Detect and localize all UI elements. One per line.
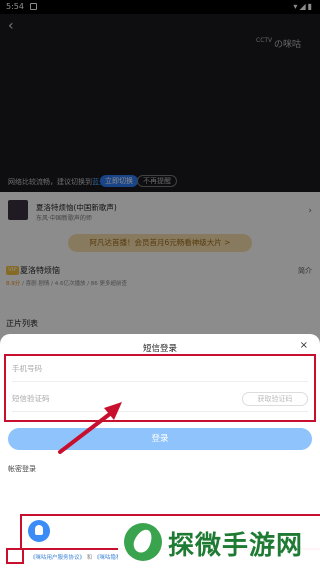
watermark-text: 探微手游网	[168, 531, 304, 561]
annotation-arrow	[58, 402, 122, 454]
annotation-highlight-checkbox	[6, 548, 24, 564]
agreement-text: 《咪咕用户服务协议》 和 《咪咕隐私	[30, 553, 122, 561]
leaf-logo-icon	[124, 523, 162, 561]
watermark: 探微手游网	[118, 519, 320, 567]
service-agreement-link[interactable]: 《咪咕用户服务协议》	[30, 555, 85, 561]
agreement-and: 和	[86, 555, 93, 561]
